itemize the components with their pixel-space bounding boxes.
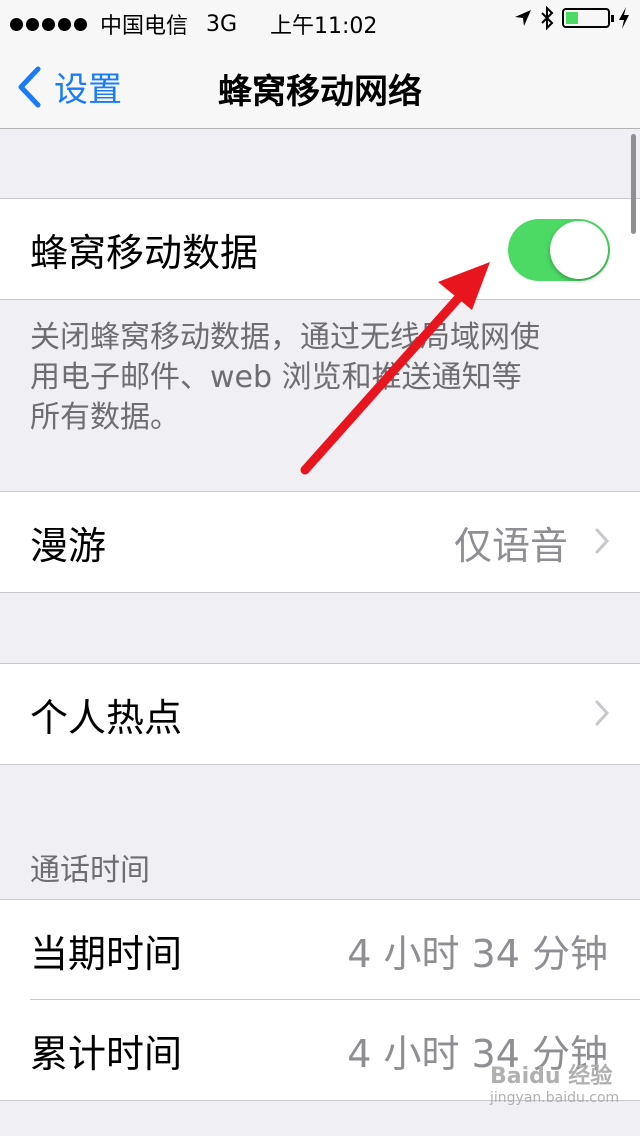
watermark-url: jingyan.baidu.com xyxy=(490,1090,620,1106)
annotation-arrow-icon xyxy=(300,262,490,475)
watermark-logo: Baidu 经验 xyxy=(490,1064,613,1089)
